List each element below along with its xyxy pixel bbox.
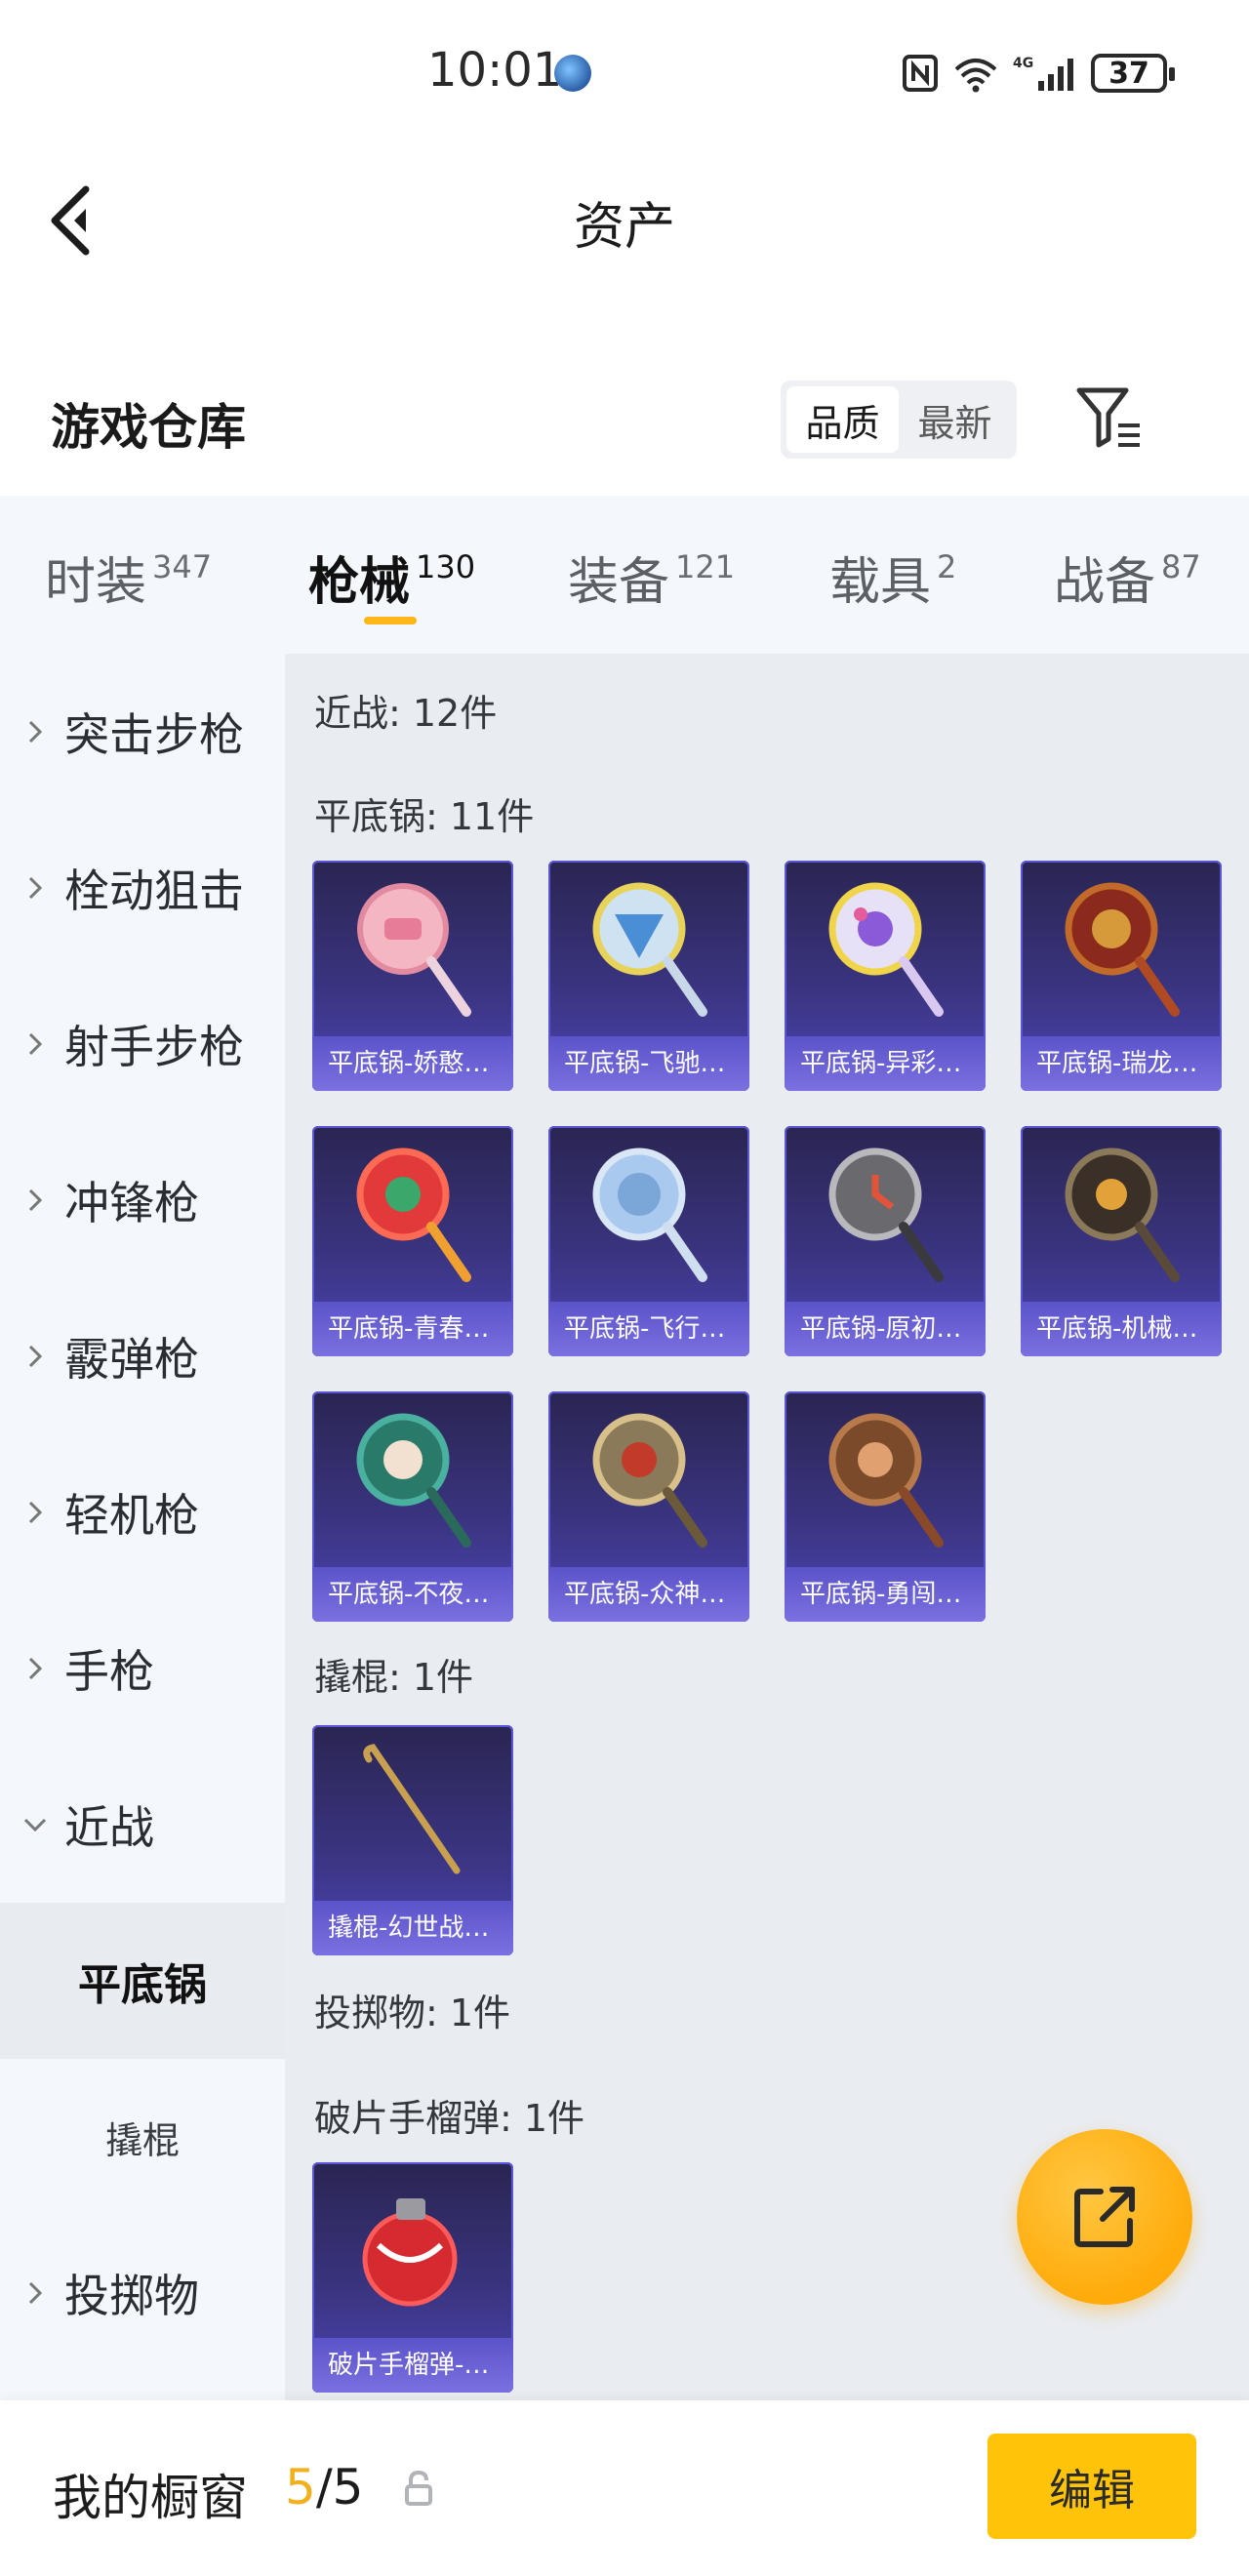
showcase-count: 5/5 bbox=[285, 2459, 364, 2516]
item-card[interactable]: 平底锅-勇闯… bbox=[785, 1391, 986, 1622]
chevron-right-icon bbox=[0, 1656, 64, 1681]
share-button[interactable] bbox=[1017, 2129, 1192, 2305]
grenade-icon bbox=[312, 2162, 513, 2338]
sidebar-subitem-pan[interactable]: 平底锅 bbox=[0, 1903, 285, 2059]
sort-newest-button[interactable]: 最新 bbox=[899, 386, 1011, 453]
sidebar-item-smg[interactable]: 冲锋枪 bbox=[0, 1122, 285, 1278]
app-notification-icon bbox=[554, 55, 591, 92]
pan-origin-icon bbox=[785, 1126, 986, 1302]
edit-button[interactable]: 编辑 bbox=[987, 2434, 1196, 2539]
battery-level: 37 bbox=[1108, 56, 1149, 91]
sidebar-item-bolt-sniper[interactable]: 栓动狙击 bbox=[0, 810, 285, 966]
chevron-down-icon bbox=[0, 1817, 64, 1832]
item-card[interactable]: 破片手榴弹-… bbox=[312, 2162, 513, 2393]
battery-indicator: 37 bbox=[1091, 54, 1175, 93]
category-label-grenade: 破片手榴弹: 1件 bbox=[314, 2097, 585, 2140]
sort-quality-button[interactable]: 品质 bbox=[786, 386, 899, 453]
pan-gods-icon bbox=[548, 1391, 749, 1567]
item-card[interactable]: 平底锅-青春… bbox=[312, 1126, 513, 1356]
pan-flight-icon bbox=[548, 1126, 749, 1302]
item-card[interactable]: 平底锅-不夜… bbox=[312, 1391, 513, 1622]
pan-colorful-icon bbox=[785, 861, 986, 1036]
chevron-right-icon bbox=[0, 1344, 64, 1369]
clock: 10:01 bbox=[427, 43, 563, 98]
pan-brave-icon bbox=[785, 1391, 986, 1567]
share-icon bbox=[1074, 2187, 1135, 2247]
chevron-right-icon bbox=[0, 2280, 64, 2306]
showcase-title: 我的橱窗 bbox=[53, 2470, 248, 2526]
pan-dragon-icon bbox=[1021, 861, 1222, 1036]
chevron-right-icon bbox=[0, 1500, 64, 1525]
tab-firearms[interactable]: 枪械 130 bbox=[308, 541, 475, 614]
svg-text:4G: 4G bbox=[1013, 56, 1033, 71]
pan-pink-icon bbox=[312, 861, 513, 1036]
chevron-right-icon bbox=[0, 1187, 64, 1213]
sidebar-item-melee[interactable]: 近战 bbox=[0, 1747, 285, 1903]
category-label-pan: 平底锅: 11件 bbox=[314, 795, 535, 838]
sort-toggle: 品质 最新 bbox=[781, 381, 1017, 459]
cellular-signal-icon: 4G bbox=[1013, 56, 1073, 91]
item-card[interactable]: 平底锅-飞驰… bbox=[548, 861, 749, 1091]
pan-nightless-icon bbox=[312, 1391, 513, 1567]
sidebar-item-marksman-rifle[interactable]: 射手步枪 bbox=[0, 966, 285, 1122]
tab-fashion[interactable]: 时装 347 bbox=[45, 541, 212, 614]
section-title: 游戏仓库 bbox=[51, 399, 246, 456]
tab-vehicles[interactable]: 载具 2 bbox=[829, 541, 956, 614]
sidebar-item-pistol[interactable]: 手枪 bbox=[0, 1590, 285, 1747]
weapon-category-sidebar: 突击步枪 栓动狙击 射手步枪 冲锋枪 霰弹枪 轻机枪 手枪 近战 平底锅 撬棍 … bbox=[0, 654, 285, 2400]
filter-icon[interactable] bbox=[1075, 384, 1146, 453]
status-bar: 10:01 4G 37 bbox=[0, 0, 1249, 146]
pan-red-icon bbox=[312, 1126, 513, 1302]
chevron-right-icon bbox=[0, 719, 64, 745]
pan-mechanical-icon bbox=[1021, 1126, 1222, 1302]
active-tab-indicator bbox=[364, 617, 417, 624]
category-label-throwable: 投掷物: 1件 bbox=[314, 1992, 511, 2034]
item-card[interactable]: 平底锅-机械… bbox=[1021, 1126, 1222, 1356]
sidebar-item-shotgun[interactable]: 霰弹枪 bbox=[0, 1278, 285, 1434]
item-card[interactable]: 平底锅-飞行… bbox=[548, 1126, 749, 1356]
nfc-icon bbox=[903, 55, 938, 92]
item-card[interactable]: 平底锅-原初… bbox=[785, 1126, 986, 1356]
lock-icon bbox=[405, 2470, 432, 2506]
category-label-crowbar: 撬棍: 1件 bbox=[314, 1656, 474, 1699]
sidebar-item-throwable[interactable]: 投掷物 bbox=[0, 2215, 285, 2371]
sidebar-subitem-crowbar[interactable]: 撬棍 bbox=[0, 2059, 285, 2215]
crowbar-icon bbox=[312, 1725, 513, 1901]
status-icons: 4G 37 bbox=[902, 49, 1175, 98]
category-tabs: 时装 347 枪械 130 装备 121 载具 2 战备 87 bbox=[0, 496, 1249, 654]
item-card[interactable]: 平底锅-瑞龙… bbox=[1021, 861, 1222, 1091]
sidebar-item-assault-rifle[interactable]: 突击步枪 bbox=[0, 654, 285, 810]
pan-racing-icon bbox=[548, 861, 749, 1036]
showcase-bar: 我的橱窗 5/5 编辑 bbox=[0, 2400, 1249, 2576]
page-title: 资产 bbox=[573, 198, 675, 257]
category-label-melee: 近战: 12件 bbox=[314, 692, 498, 735]
sidebar-item-lmg[interactable]: 轻机枪 bbox=[0, 1434, 285, 1590]
item-card[interactable]: 撬棍-幻世战… bbox=[312, 1725, 513, 1955]
tab-tactical[interactable]: 战备 87 bbox=[1054, 541, 1201, 614]
tab-equipment[interactable]: 装备 121 bbox=[568, 541, 735, 614]
item-card[interactable]: 平底锅-众神… bbox=[548, 1391, 749, 1622]
wifi-icon bbox=[954, 59, 997, 93]
item-card[interactable]: 平底锅-娇憨… bbox=[312, 861, 513, 1091]
item-card[interactable]: 平底锅-异彩… bbox=[785, 861, 986, 1091]
chevron-right-icon bbox=[0, 875, 64, 901]
chevron-right-icon bbox=[0, 1031, 64, 1057]
